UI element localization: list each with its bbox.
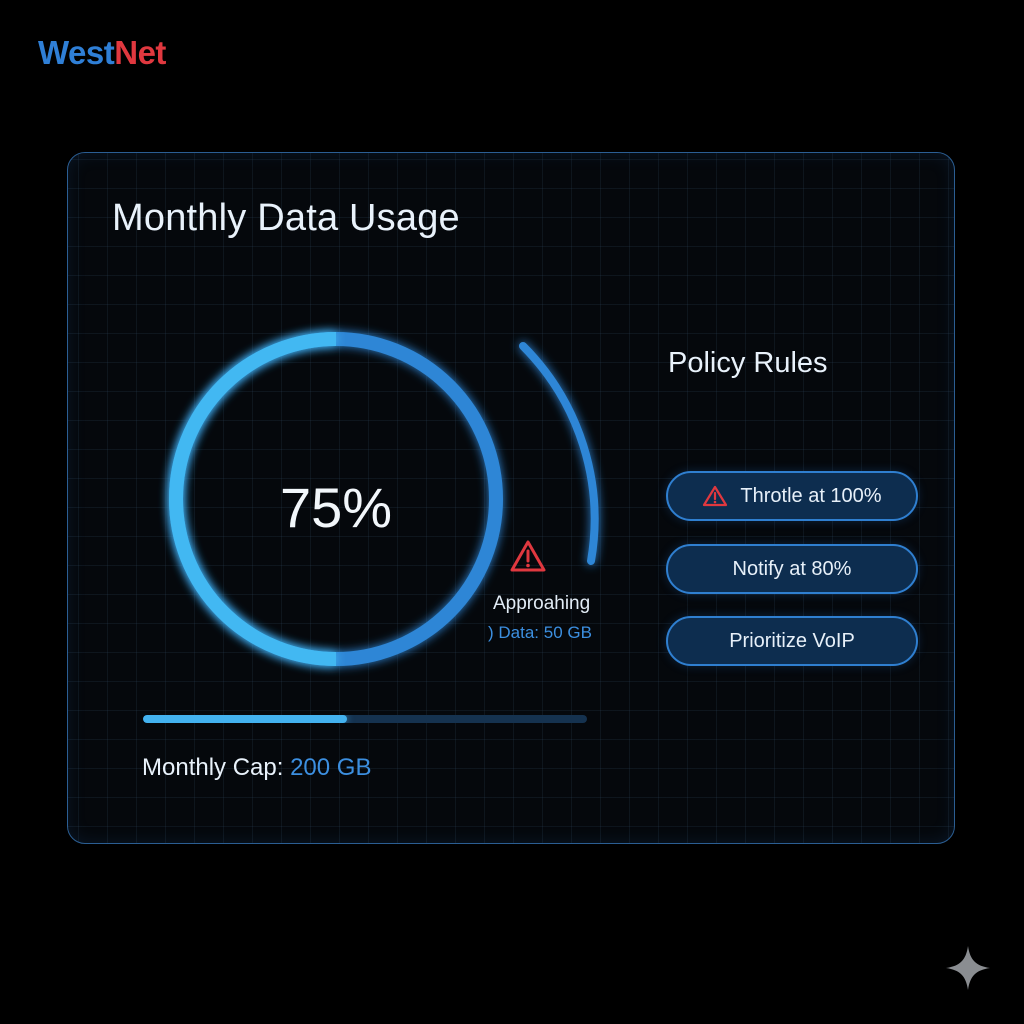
usage-percent: 75% xyxy=(279,476,393,539)
warning-detail: ) Data: 50 GB xyxy=(488,623,592,642)
cap-value: 200 GB xyxy=(290,754,372,781)
brand-net: Net xyxy=(114,34,166,71)
brand-logo: WestNet xyxy=(38,34,166,72)
sparkle-icon xyxy=(946,946,990,990)
page: WestNet Monthly Data Usage 75% Approahin… xyxy=(0,0,1024,1024)
cap-label: Monthly Cap: xyxy=(142,754,291,781)
monthly-cap: Monthly Cap: 200 GB xyxy=(142,754,371,782)
rule-prioritize-button[interactable]: Prioritize VoIP xyxy=(666,616,918,666)
rule-throttle-button[interactable]: Throtle at 100% xyxy=(666,471,918,521)
warning-icon xyxy=(510,540,546,572)
warning-icon xyxy=(703,485,728,507)
brand-west: West xyxy=(38,34,115,71)
policy-title: Policy Rules xyxy=(668,347,828,379)
rule-label: Notify at 80% xyxy=(732,557,852,580)
usage-panel: Monthly Data Usage 75% Approahing) Data… xyxy=(67,152,955,844)
usage-progress-fill xyxy=(143,715,348,723)
panel-title: Monthly Data Usage xyxy=(112,197,460,239)
usage-progress-bar xyxy=(143,715,587,723)
gauge-outer-arc xyxy=(519,342,599,565)
rule-notify-button[interactable]: Notify at 80% xyxy=(666,544,918,594)
rule-label: Prioritize VoIP xyxy=(729,629,855,652)
warning-title: Approahing xyxy=(493,593,591,614)
rule-label: Throtle at 100% xyxy=(740,484,882,507)
